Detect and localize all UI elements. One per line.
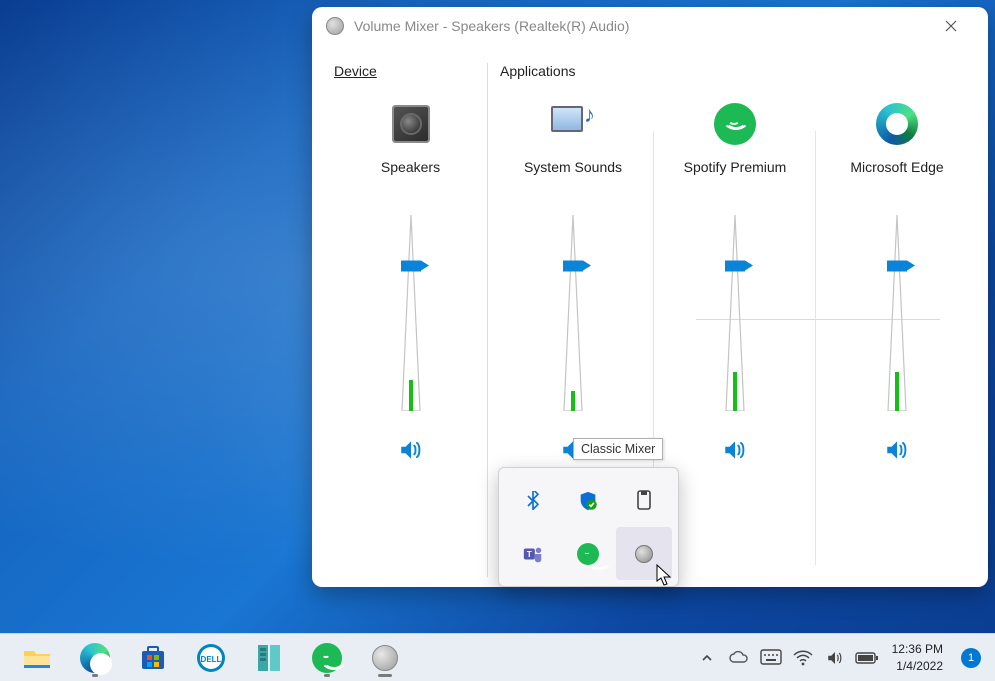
edge-mute-button[interactable] bbox=[882, 435, 912, 465]
device-section-label: Device bbox=[334, 63, 377, 79]
spotify-icon[interactable] bbox=[712, 101, 758, 147]
spotify-slider[interactable] bbox=[713, 215, 757, 411]
window-title: Volume Mixer - Speakers (Realtek(R) Audi… bbox=[354, 18, 629, 34]
window-titlebar[interactable]: Volume Mixer - Speakers (Realtek(R) Audi… bbox=[312, 7, 988, 45]
bluetooth-icon[interactable] bbox=[505, 474, 561, 527]
taskbar: DELL 12:36 PM 1/4/2022 1 bbox=[0, 633, 995, 681]
edge-channel: Microsoft Edge bbox=[816, 93, 978, 577]
dell-icon[interactable]: DELL bbox=[191, 638, 231, 678]
spotify-taskbar-icon[interactable] bbox=[307, 638, 347, 678]
onedrive-icon[interactable] bbox=[726, 645, 752, 671]
svg-text:T: T bbox=[527, 549, 532, 558]
device-section: Device Speakers bbox=[334, 63, 488, 577]
volume-mixer-icon bbox=[326, 17, 344, 35]
notification-badge[interactable]: 1 bbox=[961, 648, 981, 668]
taskbar-clock[interactable]: 12:36 PM 1/4/2022 bbox=[886, 641, 949, 673]
channel-label: Spotify Premium bbox=[684, 159, 787, 175]
teams-icon[interactable]: T bbox=[505, 527, 561, 580]
edge-slider[interactable] bbox=[875, 215, 919, 411]
channel-label: Microsoft Edge bbox=[850, 159, 943, 175]
volume-mixer-taskbar-icon[interactable] bbox=[365, 638, 405, 678]
eject-media-icon[interactable] bbox=[616, 474, 672, 527]
input-method-icon[interactable] bbox=[758, 645, 784, 671]
server-manager-icon[interactable] bbox=[249, 638, 289, 678]
edge-icon[interactable] bbox=[874, 101, 920, 147]
file-explorer-icon[interactable] bbox=[17, 638, 57, 678]
battery-icon[interactable] bbox=[854, 645, 880, 671]
taskbar-date: 1/4/2022 bbox=[892, 658, 943, 674]
tray-overflow-chevron-icon[interactable] bbox=[694, 645, 720, 671]
wifi-icon[interactable] bbox=[790, 645, 816, 671]
close-button[interactable] bbox=[928, 11, 974, 41]
microsoft-store-icon[interactable] bbox=[133, 638, 173, 678]
device-volume-slider[interactable] bbox=[389, 215, 433, 411]
svg-text:DELL: DELL bbox=[201, 655, 222, 664]
applications-section-label: Applications bbox=[492, 63, 978, 79]
volume-mixer-tray-icon[interactable] bbox=[616, 527, 672, 580]
security-icon[interactable] bbox=[561, 474, 617, 527]
edge-taskbar-icon[interactable] bbox=[75, 638, 115, 678]
channel-label: System Sounds bbox=[524, 159, 622, 175]
device-mute-button[interactable] bbox=[396, 435, 426, 465]
volume-icon[interactable] bbox=[822, 645, 848, 671]
system-tray-overflow: T bbox=[498, 467, 679, 587]
system-sounds-slider[interactable] bbox=[551, 215, 595, 411]
system-sounds-icon[interactable]: ♪ bbox=[550, 101, 596, 147]
tray-tooltip: Classic Mixer bbox=[573, 438, 663, 460]
speakers-device-icon[interactable] bbox=[388, 101, 434, 147]
spotify-tray-icon[interactable] bbox=[561, 527, 617, 580]
spotify-mute-button[interactable] bbox=[720, 435, 750, 465]
taskbar-time: 12:36 PM bbox=[892, 641, 943, 657]
channel-label: Speakers bbox=[381, 159, 440, 175]
